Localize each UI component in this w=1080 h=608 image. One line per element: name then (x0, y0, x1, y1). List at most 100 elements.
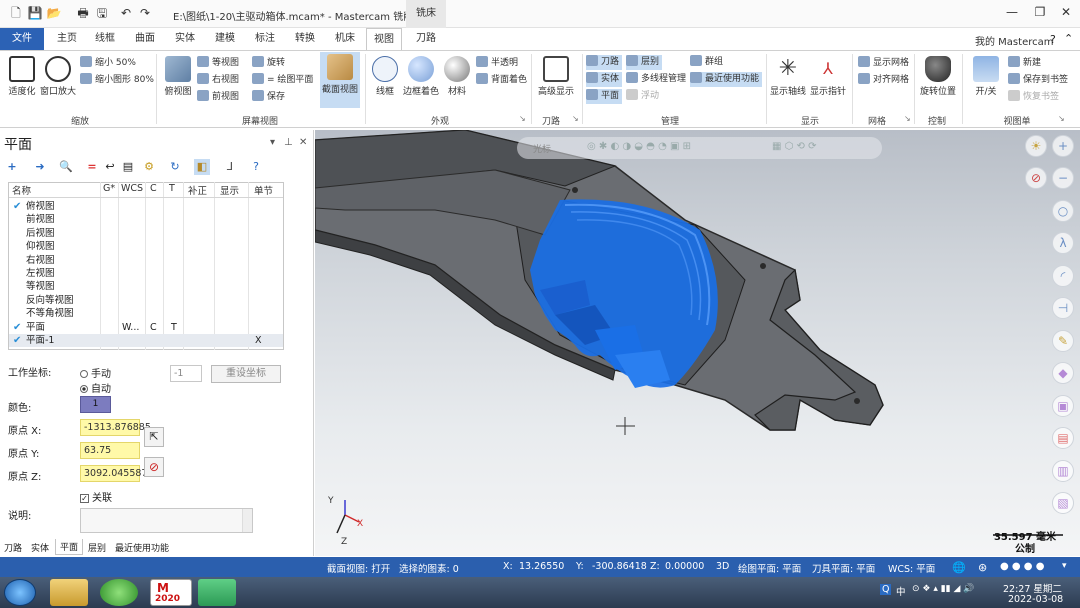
viewsheet-toggle-button[interactable]: 开/关 (966, 54, 1006, 97)
coord-number-field[interactable]: -1 (170, 365, 202, 382)
show-axes-button[interactable]: ✳ 显示轴线 (768, 54, 808, 97)
section-view-button[interactable]: 截面视图 (320, 52, 360, 108)
panel-close-icon[interactable]: ✕ (299, 137, 307, 148)
window-zoom-button[interactable]: 窗口放大 (40, 54, 76, 97)
help-icon[interactable]: ? (1050, 33, 1056, 46)
tab-surfaces[interactable]: 曲面 (128, 28, 162, 50)
layer-icon[interactable]: ▥ (1052, 460, 1074, 482)
display-mode-icon[interactable]: ⊛ (978, 561, 987, 574)
browser-icon[interactable] (100, 579, 138, 606)
globe-icon[interactable]: 🌐 (952, 561, 966, 574)
recent-functions-toggle[interactable]: 最近使用功能 (690, 72, 762, 87)
show-gnomons-button[interactable]: ⅄ 显示指针 (808, 54, 848, 97)
clear-origin-button[interactable]: ⊘ (144, 457, 164, 477)
tab-toolpaths[interactable]: 刀路 (406, 28, 446, 50)
fit-button[interactable]: 适度化 (6, 54, 38, 97)
redo-icon[interactable]: ↷ (137, 5, 153, 21)
levels-manager-toggle[interactable]: 层别 (626, 55, 662, 70)
column-header-wcs[interactable]: WCS (121, 183, 143, 194)
snap-grid-button[interactable]: 对齐网格 (858, 73, 909, 88)
y-coordinate[interactable]: -300.86418 (592, 561, 647, 572)
selection-tools-icon[interactable]: ▦ ⬡ ⟲ ⟳ (772, 141, 816, 152)
tab-machine[interactable]: 机床 (328, 28, 362, 50)
link-checkbox[interactable]: ✓ 关联 (80, 489, 112, 504)
panel-dropdown-icon[interactable]: ▾ (270, 137, 275, 148)
viewsheet-dialog-launcher-icon[interactable]: ↘ (1058, 114, 1065, 123)
gnomon-display-icon[interactable]: ⅃ (222, 159, 238, 175)
properties-icon[interactable]: ▤ (120, 159, 136, 175)
reset-coord-button[interactable]: 重设坐标 (211, 365, 281, 383)
delete-icon[interactable]: ▤ (1052, 427, 1074, 449)
front-view-button[interactable]: 前视图 (197, 90, 239, 105)
show-grid-button[interactable]: 显示网格 (858, 56, 909, 71)
translucent-button[interactable]: 半透明 (476, 56, 518, 71)
user-account-label[interactable]: 我的 Mastercam (975, 33, 1053, 48)
advanced-display-button[interactable]: 高级显示 (536, 54, 576, 97)
back-color-button[interactable]: 背面着色 (476, 73, 527, 88)
undo-icon[interactable]: ↶ (118, 5, 134, 21)
plane-row[interactable]: ✔ 俯视图 (9, 200, 283, 213)
curve-icon[interactable]: λ (1052, 232, 1074, 254)
tray-icons[interactable]: ⊙ ❖ ▴ ▮▮ ◢ 🔊 (912, 584, 974, 594)
description-scrollbar[interactable] (242, 509, 252, 532)
circle-icon[interactable]: ○ (1052, 200, 1074, 222)
draw-plane-status[interactable]: 绘图平面: 平面 (738, 561, 801, 575)
edge-shade-button[interactable]: 边框着色 (402, 54, 440, 97)
select-plane-icon[interactable]: ➜ (32, 159, 48, 175)
plane-row[interactable]: 不等角视图 (9, 307, 283, 320)
arc-icon[interactable]: ◜ (1052, 265, 1074, 287)
column-header-offset[interactable]: 补正 (188, 183, 207, 197)
grid-dialog-launcher-icon[interactable]: ↘ (904, 114, 911, 123)
plane-row[interactable]: 等视图 (9, 280, 283, 293)
file-explorer-icon[interactable] (50, 579, 88, 606)
equals-icon[interactable]: = (84, 159, 100, 175)
pin-icon[interactable]: ⊥ (284, 137, 293, 148)
minus-icon[interactable]: − (1052, 167, 1074, 189)
save-as-icon[interactable]: 🖫 (94, 5, 110, 21)
bottom-tab-planes[interactable]: 平面 (55, 539, 84, 555)
tab-drafting[interactable]: 标注 (248, 28, 282, 50)
plus-icon[interactable]: + (1052, 135, 1074, 157)
toolpaths-manager-toggle[interactable]: 刀路 (586, 55, 622, 70)
column-header-c[interactable]: C (150, 183, 157, 194)
chat-app-icon[interactable] (198, 579, 236, 606)
snap-tools-icon[interactable]: ◎ ✱ ◐ ◑ ◒ ◓ ◔ ▣ ⊞ (587, 141, 691, 152)
mastercam-taskbar-icon[interactable]: M 2020 (150, 579, 192, 606)
plane-row[interactable]: 前视图 (9, 213, 283, 226)
mode-3d-toggle[interactable]: 3D (716, 561, 729, 572)
view-equals-plane-button[interactable]: = 绘图平面 (252, 73, 313, 88)
print-icon[interactable]: 🖶 (75, 5, 91, 21)
line-icon[interactable]: ⊣ (1052, 297, 1074, 319)
open-folder-icon[interactable]: 📂 (46, 5, 62, 21)
tab-transform[interactable]: 转换 (288, 28, 322, 50)
rotate-position-button[interactable]: 旋转位置 (918, 54, 958, 97)
plane-row[interactable]: 反向等视图 (9, 294, 283, 307)
add-plane-icon[interactable]: + (4, 159, 20, 175)
wcs-status[interactable]: WCS: 平面 (888, 561, 935, 575)
reset-icon[interactable]: ↩ (102, 159, 118, 175)
right-view-button[interactable]: 右视图 (197, 73, 239, 88)
origin-x-field[interactable]: -1313.876885 (80, 419, 151, 436)
save-bookmark-button[interactable]: 保存到书签 (1008, 73, 1068, 88)
plane-row[interactable]: 左视图 (9, 267, 283, 280)
clock-time[interactable]: 22:27 星期二 (1003, 581, 1062, 595)
float-button[interactable]: 浮动 (626, 89, 659, 104)
groups-toggle[interactable]: 群组 (690, 55, 723, 70)
description-textarea[interactable] (80, 508, 253, 533)
restore-bookmark-button[interactable]: 恢复书签 (1008, 90, 1059, 105)
tab-file[interactable]: 文件 (0, 28, 44, 50)
column-header-name[interactable]: 名称 (12, 183, 31, 197)
ime-q-icon[interactable]: Q (880, 584, 892, 595)
wireframe-button[interactable]: 线框 (370, 54, 400, 97)
start-button[interactable] (4, 579, 36, 606)
column-header-g[interactable]: G* (103, 183, 115, 194)
top-view-button[interactable]: 俯视图 (162, 54, 194, 97)
new-viewsheet-button[interactable]: 新建 (1008, 56, 1041, 71)
column-header-display[interactable]: 显示 (220, 183, 239, 197)
bottom-tab-levels[interactable]: 层别 (88, 541, 106, 554)
multithread-manager-button[interactable]: 多线程管理 (626, 72, 686, 87)
tab-model-prep[interactable]: 建模 (208, 28, 242, 50)
plane-row[interactable]: ✔ 平面-1 X (9, 334, 283, 348)
column-header-t[interactable]: T (169, 183, 175, 194)
close-button[interactable]: ✕ (1054, 2, 1078, 22)
